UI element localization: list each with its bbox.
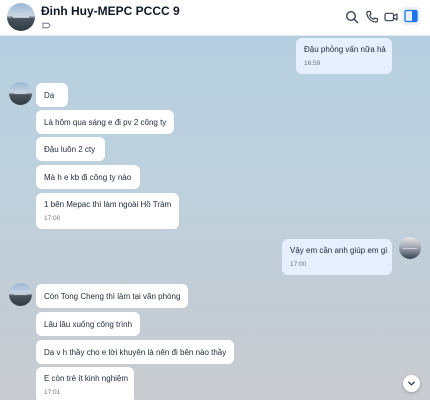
message-text: Dạ [44,90,55,100]
message-text: Dạ v h thầy cho e lời khuyên là nên đi b… [44,347,227,357]
message-text: Là hôm qua sáng e đi pv 2 công ty [44,117,167,127]
message-bubble[interactable]: Là hôm qua sáng e đi pv 2 công ty [36,110,174,134]
message-time: 17:00 [44,215,61,222]
message-bubble[interactable]: Dạ [36,83,68,107]
scroll-to-bottom-button[interactable] [403,375,420,392]
message-bubble[interactable]: Còn Tong Cheng thì làm tại văn phòng [36,284,188,308]
my-avatar[interactable] [399,237,421,259]
message-bubble[interactable]: Vậy em cần anh giúp em gì 17:00 [282,239,392,275]
sidebar-toggle-icon[interactable] [402,7,420,25]
message-text: 1 bên Mepac thì làm ngoài Hồ Tràm [44,200,172,209]
chevron-down-icon [408,381,415,386]
message-bubble[interactable]: Lâu lâu xuống công trình [36,312,140,336]
message-bubble[interactable]: Đậu luôn 2 cty [36,137,105,161]
message-text: Vậy em cần anh giúp em gì [290,246,388,255]
message-time: 16:59 [304,60,321,67]
message-bubble[interactable]: 1 bên Mepac thì làm ngoài Hồ Tràm 17:00 [36,193,179,229]
sender-avatar[interactable] [9,283,32,306]
search-icon[interactable] [344,9,360,25]
message-text: Lâu lâu xuống công trình [44,319,133,329]
tag-icon[interactable] [42,21,51,30]
message-text: Mà h e kb đi công ty nào [44,172,132,182]
message-text: Đậu luôn 2 cty [44,144,96,154]
video-call-icon[interactable] [383,9,399,25]
message-time: 17:00 [290,261,307,268]
message-list[interactable]: Đậu phỏng vấn nữa hả 16:59 Dạ Là hôm qua… [0,36,430,400]
chat-title[interactable]: Đinh Huy-MEPC PCCC 9 [41,4,180,18]
message-text: Đậu phỏng vấn nữa hả [304,45,386,54]
sender-avatar[interactable] [9,82,32,105]
message-text: Còn Tong Cheng thì làm tại văn phòng [44,291,181,301]
message-bubble[interactable]: Mà h e kb đi công ty nào [36,165,140,189]
message-bubble[interactable]: Đậu phỏng vấn nữa hả 16:59 [296,38,392,74]
contact-avatar[interactable] [7,3,35,31]
chat-header: Đinh Huy-MEPC PCCC 9 [0,0,430,36]
message-time: 17:01 [44,389,61,396]
message-bubble[interactable]: E còn trẻ ít kinh nghiệm 17:01 [36,367,134,400]
message-bubble[interactable]: Dạ v h thầy cho e lời khuyên là nên đi b… [36,340,234,364]
phone-icon[interactable] [364,9,380,25]
message-text: E còn trẻ ít kinh nghiệm [44,374,129,383]
